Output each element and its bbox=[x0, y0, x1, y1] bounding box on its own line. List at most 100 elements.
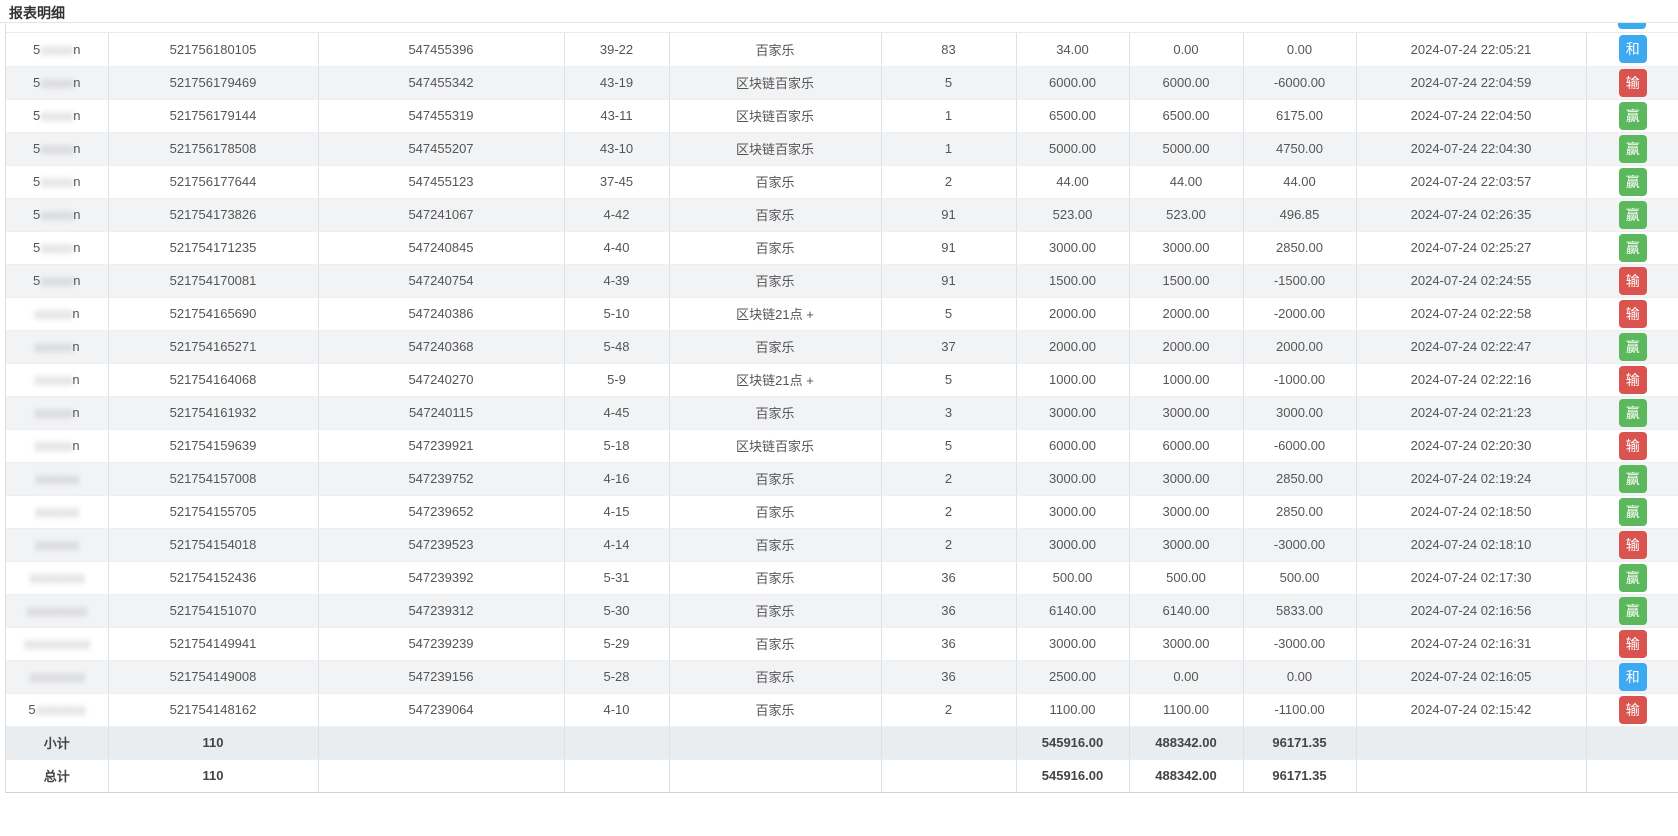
result-cell: 赢 bbox=[1586, 198, 1678, 231]
game-type-cell: 区块链21点 + bbox=[669, 297, 881, 330]
title-bar: 报表明细 bbox=[0, 0, 1678, 23]
order-no-cell: 521754154018 bbox=[108, 528, 318, 561]
username-cell: 5xxxxxxn bbox=[6, 132, 108, 165]
username-cell: xxxxxxxxxx bbox=[6, 660, 108, 693]
username-redacted: xxxxxx bbox=[40, 206, 73, 224]
table-row: xxxxxxxxxxx 521754151070 547239312 5-30 … bbox=[6, 594, 1678, 627]
username-redacted: xxxxxxxxxx bbox=[29, 569, 84, 587]
win-loss-cell: -3000.00 bbox=[1243, 627, 1356, 660]
table-row: 5xxxxxxn 521756180105 547455396 39-22 百家… bbox=[6, 33, 1678, 66]
result-badge: 赢 bbox=[1619, 564, 1647, 592]
username-cell: 5xxxxxxn bbox=[6, 231, 108, 264]
report-table-area: 和 5xxxxxxn 521756180105 547455396 39-22 … bbox=[5, 23, 1678, 793]
username-redacted: xxxxxx bbox=[40, 107, 73, 125]
table-no-cell: 5-9 bbox=[564, 363, 669, 396]
result-cell: 输 bbox=[1586, 627, 1678, 660]
total-win-loss: 96171.35 bbox=[1243, 759, 1356, 792]
username-suffix: n bbox=[72, 339, 79, 354]
username-cell: xxxxxxxn bbox=[6, 297, 108, 330]
username-suffix: n bbox=[73, 42, 80, 57]
username-redacted: xxxxxxxxxx bbox=[29, 668, 84, 686]
valid-bet-cell: 0.00 bbox=[1129, 660, 1243, 693]
round-no-cell: 547239752 bbox=[318, 462, 564, 495]
bet-amount-cell: 6000.00 bbox=[1016, 429, 1129, 462]
username-cell: 5xxxxxxn bbox=[6, 198, 108, 231]
result-badge: 赢 bbox=[1619, 498, 1647, 526]
table-no-cell: 43-11 bbox=[564, 99, 669, 132]
win-loss-cell: 3000.00 bbox=[1243, 396, 1356, 429]
table-no-cell: 4-16 bbox=[564, 462, 669, 495]
result-cell: 输 bbox=[1586, 66, 1678, 99]
result-cell: 输 bbox=[1586, 363, 1678, 396]
valid-bet-cell: 1500.00 bbox=[1129, 264, 1243, 297]
win-loss-cell: 2850.00 bbox=[1243, 462, 1356, 495]
game-type-cell: 百家乐 bbox=[669, 33, 881, 66]
result-cell: 和 bbox=[1586, 33, 1678, 66]
round-no-cell: 547240368 bbox=[318, 330, 564, 363]
bet-time-cell: 2024-07-24 22:04:30 bbox=[1356, 132, 1586, 165]
result-badge: 输 bbox=[1619, 630, 1647, 658]
bet-amount-cell: 6000.00 bbox=[1016, 66, 1129, 99]
valid-bet-cell: 1100.00 bbox=[1129, 693, 1243, 726]
shoe-count-cell: 5 bbox=[881, 297, 1016, 330]
bet-amount-cell: 2000.00 bbox=[1016, 297, 1129, 330]
valid-bet-cell: 6000.00 bbox=[1129, 66, 1243, 99]
table-no-cell: 43-10 bbox=[564, 132, 669, 165]
round-no-cell: 547239921 bbox=[318, 429, 564, 462]
valid-bet-cell: 3000.00 bbox=[1129, 627, 1243, 660]
username-suffix: n bbox=[73, 75, 80, 90]
bet-amount-cell: 3000.00 bbox=[1016, 627, 1129, 660]
result-cell: 赢 bbox=[1586, 495, 1678, 528]
game-type-cell: 百家乐 bbox=[669, 693, 881, 726]
bet-time-cell: 2024-07-24 02:21:23 bbox=[1356, 396, 1586, 429]
win-loss-cell: -2000.00 bbox=[1243, 297, 1356, 330]
table-row: 5xxxxxxn 521756179144 547455319 43-11 区块… bbox=[6, 99, 1678, 132]
bet-time-cell: 2024-07-24 02:18:10 bbox=[1356, 528, 1586, 561]
game-type-cell: 百家乐 bbox=[669, 165, 881, 198]
bet-amount-cell: 2500.00 bbox=[1016, 660, 1129, 693]
game-type-cell: 百家乐 bbox=[669, 495, 881, 528]
username-redacted: xxxxxxxx bbox=[35, 536, 79, 554]
bet-time-cell: 2024-07-24 02:24:55 bbox=[1356, 264, 1586, 297]
round-no-cell: 547239156 bbox=[318, 660, 564, 693]
order-no-cell: 521754152436 bbox=[108, 561, 318, 594]
bet-amount-cell: 523.00 bbox=[1016, 198, 1129, 231]
username-suffix: n bbox=[73, 174, 80, 189]
bet-amount-cell: 1000.00 bbox=[1016, 363, 1129, 396]
game-type-cell: 百家乐 bbox=[669, 561, 881, 594]
round-no-cell: 547455123 bbox=[318, 165, 564, 198]
order-no-cell: 521754165271 bbox=[108, 330, 318, 363]
table-no-cell: 4-39 bbox=[564, 264, 669, 297]
result-badge: 赢 bbox=[1619, 201, 1647, 229]
valid-bet-cell: 2000.00 bbox=[1129, 297, 1243, 330]
result-cell: 和 bbox=[1586, 660, 1678, 693]
order-no-cell: 521754159639 bbox=[108, 429, 318, 462]
username-prefix: 5 bbox=[33, 207, 40, 222]
bet-time-cell: 2024-07-24 02:17:30 bbox=[1356, 561, 1586, 594]
shoe-count-cell: 91 bbox=[881, 198, 1016, 231]
username-suffix: n bbox=[72, 438, 79, 453]
result-badge: 输 bbox=[1619, 696, 1647, 724]
valid-bet-cell: 6500.00 bbox=[1129, 99, 1243, 132]
result-badge: 输 bbox=[1619, 69, 1647, 97]
username-cell: 5xxxxxxn bbox=[6, 99, 108, 132]
username-redacted: xxxxxx bbox=[40, 40, 73, 58]
table-row: 5xxxxxxxxx 521754148162 547239064 4-10 百… bbox=[6, 693, 1678, 726]
table-row: xxxxxxxxxx 521754149008 547239156 5-28 百… bbox=[6, 660, 1678, 693]
subtotal-bet: 545916.00 bbox=[1016, 726, 1129, 759]
win-loss-cell: -3000.00 bbox=[1243, 528, 1356, 561]
result-badge: 输 bbox=[1619, 300, 1647, 328]
username-redacted: xxxxxx bbox=[40, 140, 73, 158]
valid-bet-cell: 523.00 bbox=[1129, 198, 1243, 231]
bet-time-cell: 2024-07-24 02:16:31 bbox=[1356, 627, 1586, 660]
shoe-count-cell: 1 bbox=[881, 99, 1016, 132]
order-no-cell: 521754157008 bbox=[108, 462, 318, 495]
shoe-count-cell: 37 bbox=[881, 330, 1016, 363]
win-loss-cell: 2850.00 bbox=[1243, 495, 1356, 528]
subtotal-row: 小计 110 545916.00 488342.00 96171.35 bbox=[6, 726, 1678, 759]
table-no-cell: 43-19 bbox=[564, 66, 669, 99]
username-redacted: xxxxxxx bbox=[34, 437, 73, 455]
username-redacted: xxxxxx bbox=[40, 74, 73, 92]
username-prefix: 5 bbox=[33, 273, 40, 288]
table-no-cell: 4-40 bbox=[564, 231, 669, 264]
